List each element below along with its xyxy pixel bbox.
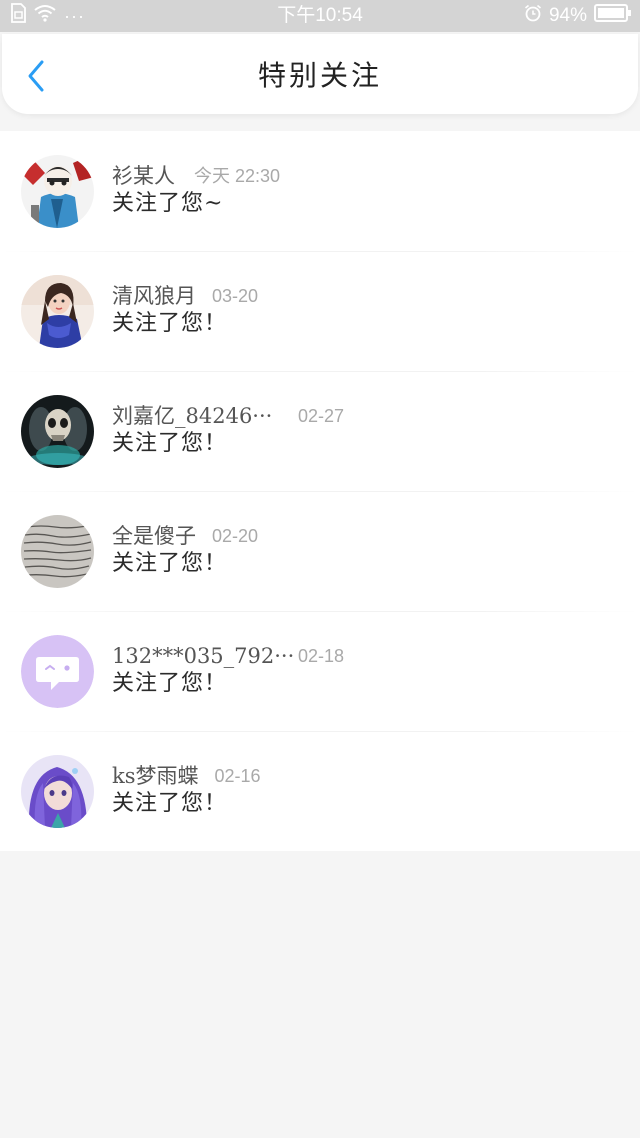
battery-percent: 94% bbox=[548, 5, 587, 26]
follow-message: 关注了您！ bbox=[112, 551, 228, 576]
list-item[interactable]: 清风狼月 03-20 关注了您！ bbox=[0, 251, 640, 371]
user-name: 衫某人 bbox=[112, 164, 175, 188]
user-name: 132***035_792··· bbox=[112, 644, 295, 668]
list-item[interactable]: ks梦雨蝶 02-16 关注了您！ bbox=[0, 731, 640, 851]
follow-time: 02-27 bbox=[298, 406, 345, 426]
user-name: ks梦雨蝶 bbox=[112, 764, 199, 788]
follow-time: 今天 22:30 bbox=[194, 166, 281, 186]
follow-message: 关注了您！ bbox=[112, 431, 228, 456]
anime-character-avatar[interactable] bbox=[21, 155, 94, 228]
skull-warrior-avatar[interactable] bbox=[21, 395, 94, 468]
user-name: 刘嘉亿_84246··· bbox=[112, 404, 273, 428]
status-bar: ··· 下午10:54 94% bbox=[0, 0, 640, 32]
list-item[interactable]: 刘嘉亿_84246··· 02-27 关注了您！ bbox=[0, 371, 640, 491]
follow-time: 03-20 bbox=[212, 286, 259, 306]
battery-icon bbox=[594, 3, 632, 29]
list-item[interactable]: 衫某人 今天 22:30 关注了您~ bbox=[0, 131, 640, 251]
follow-time: 02-20 bbox=[212, 526, 259, 546]
user-name: 清风狼月 bbox=[112, 284, 196, 308]
list-item[interactable]: 132***035_792··· 02-18 关注了您！ bbox=[0, 611, 640, 731]
follow-message: 关注了您！ bbox=[112, 791, 228, 816]
follower-list: 衫某人 今天 22:30 关注了您~ 清风狼月 03-20 关注了您！ 刘嘉亿_… bbox=[0, 131, 640, 851]
woman-blue-dress-avatar[interactable] bbox=[21, 275, 94, 348]
follow-message: 关注了您！ bbox=[112, 671, 228, 696]
default-chat-avatar[interactable] bbox=[21, 635, 94, 708]
follow-message: 关注了您~ bbox=[112, 191, 224, 216]
follow-time: 02-18 bbox=[298, 646, 345, 666]
header: 特别关注 bbox=[2, 34, 638, 114]
list-item[interactable]: 全是傻子 02-20 关注了您！ bbox=[0, 491, 640, 611]
follow-message: 关注了您！ bbox=[112, 311, 228, 336]
user-name: 全是傻子 bbox=[112, 524, 196, 548]
alarm-icon bbox=[524, 4, 542, 28]
handwritten-paper-avatar[interactable] bbox=[21, 515, 94, 588]
purple-hair-girl-avatar[interactable] bbox=[21, 755, 94, 828]
page-title: 特别关注 bbox=[257, 59, 382, 92]
follow-time: 02-16 bbox=[214, 766, 261, 786]
